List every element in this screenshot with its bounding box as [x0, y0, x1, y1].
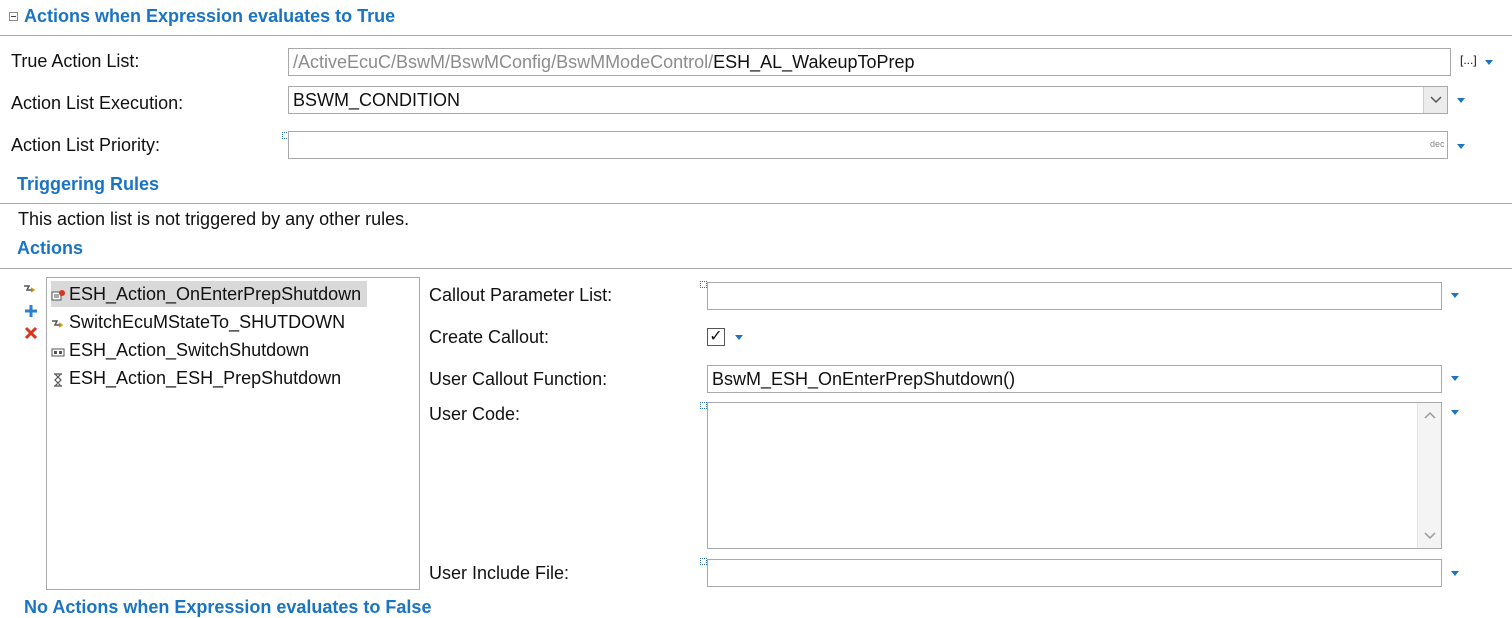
list-item-action-1[interactable]: SwitchEcuMStateTo_SHUTDOWN: [51, 309, 351, 335]
section-title-false[interactable]: No Actions when Expression evaluates to …: [24, 597, 431, 618]
triggering-rules-text: This action list is not triggered by any…: [18, 209, 410, 229]
action-list-priority-dropdown-icon[interactable]: [1457, 144, 1465, 149]
lightning-icon: [24, 285, 36, 293]
hourglass-icon: [51, 371, 65, 387]
action-item-label: ESH_Action_SwitchShutdown: [69, 339, 310, 360]
list-item-action-0[interactable]: ESH_Action_OnEnterPrepShutdown: [51, 281, 368, 307]
true-action-list-label: True Action List:: [11, 51, 140, 71]
switch-action-icon: [51, 315, 65, 329]
action-list-priority-field[interactable]: [288, 131, 1448, 159]
browse-button[interactable]: [...]: [1460, 53, 1477, 67]
callout-parameter-list-field[interactable]: [707, 282, 1442, 310]
delete-icon[interactable]: [24, 324, 38, 340]
number-format-indicator: dec: [1430, 139, 1445, 149]
user-callout-function-label: User Callout Function:: [429, 369, 608, 389]
plus-icon: [25, 305, 37, 317]
callout-parameter-list-label: Callout Parameter List:: [429, 285, 613, 305]
combo-open-button[interactable]: [1423, 87, 1447, 113]
action-list-execution-dropdown-icon[interactable]: [1457, 98, 1465, 103]
user-include-file-label: User Include File:: [429, 563, 570, 583]
true-action-list-field[interactable]: /ActiveEcuC/BswM/BswMConfig/BswMModeCont…: [288, 48, 1451, 76]
true-action-list-path-value: ESH_AL_WakeupToPrep: [713, 51, 915, 72]
add-icon[interactable]: [24, 302, 38, 317]
action-list-execution-value: BSWM_CONDITION: [293, 89, 461, 110]
user-code-dropdown-icon[interactable]: [1451, 410, 1459, 415]
triggering-divider: [0, 203, 1512, 204]
user-include-file-dropdown-icon[interactable]: [1451, 571, 1459, 576]
actions-divider: [0, 268, 1512, 269]
action-list-priority-label: Action List Priority:: [11, 135, 161, 155]
user-include-file-field[interactable]: [707, 559, 1442, 587]
action-item-label: ESH_Action_ESH_PrepShutdown: [69, 367, 342, 388]
triggering-rules-title: Triggering Rules: [17, 174, 160, 194]
add-action-icon[interactable]: [22, 280, 38, 294]
section-title-true[interactable]: Actions when Expression evaluates to Tru…: [24, 6, 395, 27]
callout-parameter-list-dropdown-icon[interactable]: [1451, 293, 1459, 298]
user-code-label: User Code:: [429, 404, 521, 424]
component-icon: [51, 343, 65, 357]
scroll-up-icon[interactable]: [1424, 411, 1436, 419]
create-callout-label: Create Callout:: [429, 327, 550, 347]
list-item-action-2[interactable]: ESH_Action_SwitchShutdown: [51, 337, 315, 363]
check-icon: ✓: [709, 328, 723, 345]
action-item-label: SwitchEcuMStateTo_SHUTDOWN: [69, 311, 346, 332]
x-delete-icon: [24, 326, 38, 340]
collapse-toggle[interactable]: [9, 12, 18, 21]
true-action-list-dropdown-icon[interactable]: [1485, 60, 1493, 65]
actions-title: Actions: [17, 238, 84, 258]
create-callout-checkbox[interactable]: ✓: [707, 328, 725, 346]
browse-label: [...]: [1460, 53, 1477, 67]
action-list-execution-select[interactable]: BSWM_CONDITION: [288, 86, 1448, 114]
default-marker-icon: [700, 558, 707, 565]
true-action-list-path-prefix: /ActiveEcuC/BswM/BswMConfig/BswMModeCont…: [293, 51, 714, 72]
chevron-down-icon: [1429, 96, 1442, 104]
default-marker-icon: [700, 402, 707, 409]
action-list-execution-label: Action List Execution:: [11, 93, 184, 113]
create-callout-dropdown-icon[interactable]: [735, 335, 743, 340]
user-code-scrollbar[interactable]: [1417, 403, 1441, 548]
scroll-down-icon[interactable]: [1424, 532, 1436, 540]
user-code-textarea[interactable]: [707, 402, 1442, 549]
action-item-label: ESH_Action_OnEnterPrepShutdown: [69, 283, 362, 304]
callout-icon: [51, 287, 65, 301]
user-callout-function-field[interactable]: BswM_ESH_OnEnterPrepShutdown(): [707, 365, 1442, 393]
actions-list[interactable]: ESH_Action_OnEnterPrepShutdown SwitchEcu…: [46, 277, 420, 590]
default-marker-icon: [700, 281, 707, 288]
user-callout-function-value: BswM_ESH_OnEnterPrepShutdown(): [712, 368, 1016, 389]
list-item-action-3[interactable]: ESH_Action_ESH_PrepShutdown: [51, 365, 347, 391]
section-divider: [0, 35, 1512, 36]
user-callout-function-dropdown-icon[interactable]: [1451, 376, 1459, 381]
